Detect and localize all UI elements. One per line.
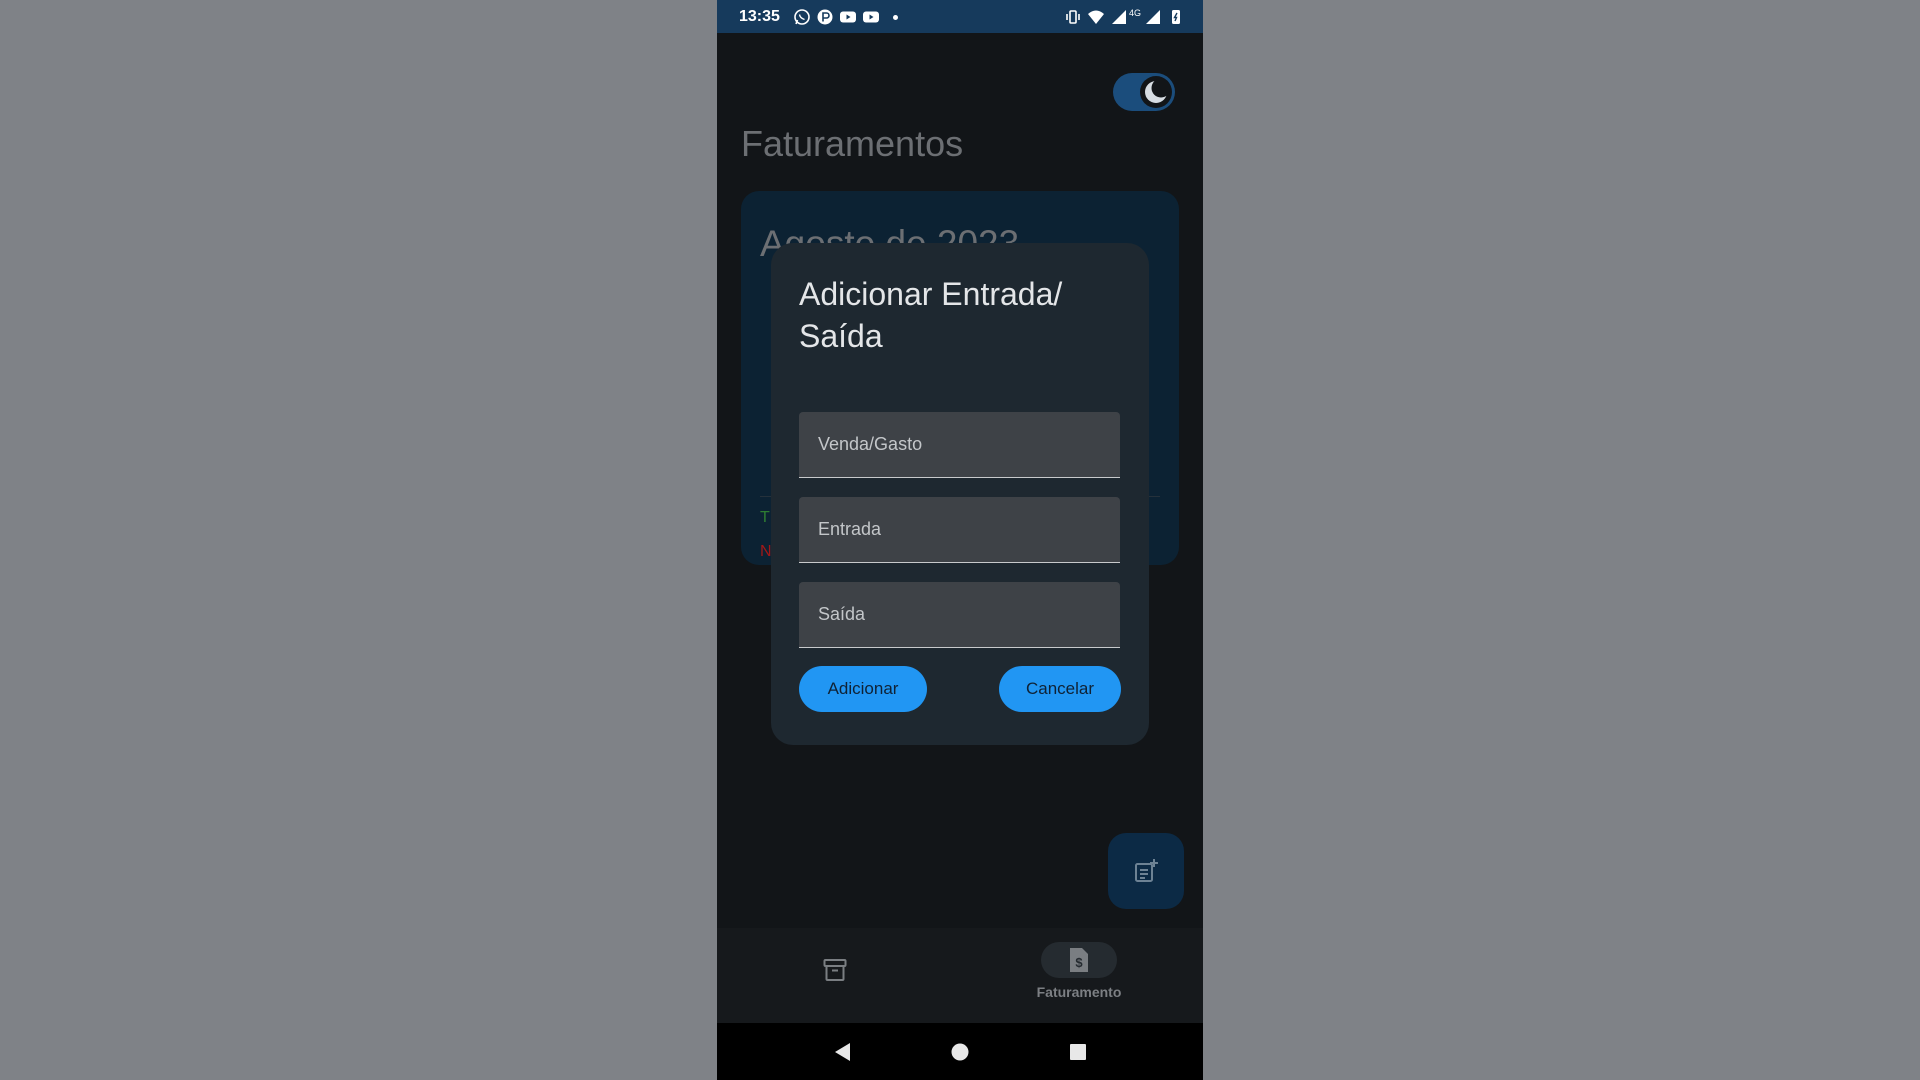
whatsapp-icon	[794, 9, 810, 25]
saida-input[interactable]	[799, 582, 1120, 647]
add-entry-fab[interactable]	[1108, 833, 1184, 909]
add-note-icon	[1135, 859, 1158, 882]
dialog-title: Adicionar Entrada/ Saída	[799, 276, 1063, 354]
cell-signal-icon	[1146, 10, 1160, 24]
add-entry-dialog: Adicionar Entrada/ Saída Adicionar Cance…	[771, 243, 1149, 745]
bottom-navigation: $ Faturamento	[717, 928, 1203, 1023]
vibrate-icon	[1066, 10, 1080, 24]
venda-gasto-field[interactable]	[799, 412, 1120, 478]
nav-active-pill: $	[1041, 942, 1117, 978]
wifi-icon	[1087, 10, 1104, 24]
youtube-icon	[863, 11, 879, 23]
back-icon[interactable]	[832, 1041, 854, 1063]
network-type: 4G	[1128, 8, 1141, 18]
status-bar: 13:35 4G	[717, 0, 1203, 33]
saida-field[interactable]	[799, 582, 1120, 648]
add-button[interactable]: Adicionar	[799, 666, 927, 712]
system-icons: 4G	[1064, 8, 1185, 26]
card-negative-label: N	[760, 543, 772, 560]
home-icon[interactable]	[949, 1041, 971, 1063]
nav-label-faturamento: Faturamento	[1036, 984, 1122, 1000]
recents-icon[interactable]	[1067, 1041, 1089, 1063]
cancel-button[interactable]: Cancelar	[999, 666, 1121, 712]
entrada-input[interactable]	[799, 497, 1120, 562]
svg-text:$: $	[1075, 955, 1083, 970]
more-notifications-dot	[893, 14, 898, 20]
nav-item-archive[interactable]	[797, 928, 873, 1023]
card-total-label: T	[760, 509, 770, 526]
nav-item-faturamento[interactable]: $ Faturamento	[1037, 928, 1121, 1023]
moon-icon	[1145, 78, 1171, 103]
page-title: Faturamentos	[741, 123, 964, 164]
dollar-document-icon: $	[1070, 948, 1088, 972]
toggle-knob	[1140, 76, 1172, 108]
archive-icon	[823, 959, 847, 981]
battery-charging-icon	[1172, 10, 1180, 24]
entrada-field[interactable]	[799, 497, 1120, 563]
venda-gasto-input[interactable]	[799, 412, 1120, 477]
android-navigation-bar	[717, 1023, 1203, 1080]
status-time: 13:35	[739, 8, 780, 25]
cell-signal-icon	[1111, 10, 1126, 24]
notification-icons	[793, 8, 898, 26]
dark-mode-toggle[interactable]	[1113, 73, 1175, 111]
youtube-icon	[840, 11, 856, 23]
pocket-app-icon	[817, 9, 833, 25]
nav-pill	[797, 952, 873, 988]
phone-screen: 13:35 4G Faturamentos T N $ Faturamento …	[717, 0, 1203, 1080]
